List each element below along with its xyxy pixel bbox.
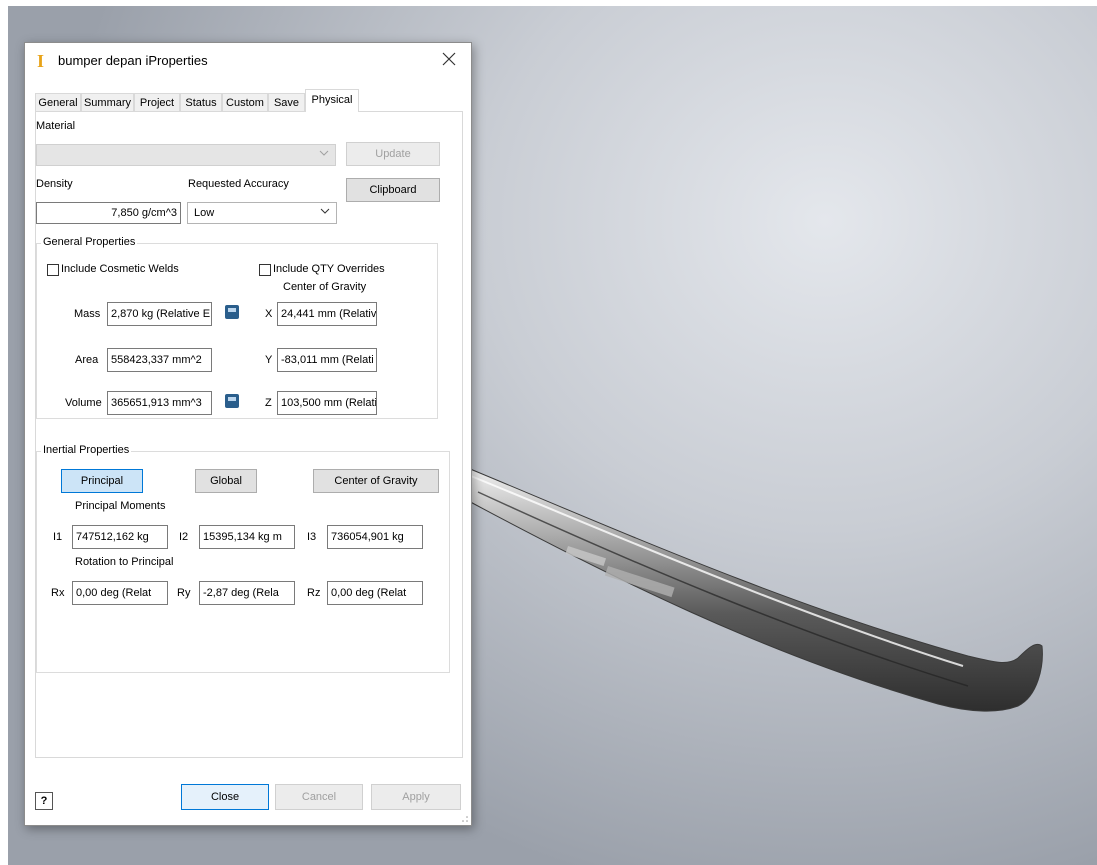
- tab-save[interactable]: Save: [268, 93, 305, 111]
- cog-x-field[interactable]: 24,441 mm (Relativ: [277, 302, 377, 326]
- i1-label: I1: [53, 531, 63, 543]
- rz-field[interactable]: 0,00 deg (Relat: [327, 581, 423, 605]
- mass-label: Mass: [74, 308, 101, 320]
- chevron-down-icon: [320, 208, 330, 214]
- mass-field[interactable]: 2,870 kg (Relative E: [107, 302, 212, 326]
- area-label: Area: [75, 354, 99, 366]
- ry-field[interactable]: -2,87 deg (Rela: [199, 581, 295, 605]
- apply-button[interactable]: Apply: [371, 784, 461, 810]
- chevron-down-icon: [319, 150, 329, 156]
- iproperties-dialog: I bumper depan iProperties General Summa…: [24, 42, 472, 826]
- include-cosmetic-welds-checkbox[interactable]: [47, 264, 59, 276]
- cog-y-field[interactable]: -83,011 mm (Relati: [277, 348, 377, 372]
- principal-moments-label: Principal Moments: [75, 500, 166, 512]
- i1-field[interactable]: 747512,162 kg: [72, 525, 168, 549]
- x-label: X: [265, 308, 273, 320]
- tab-status[interactable]: Status: [180, 93, 222, 111]
- area-field[interactable]: 558423,337 mm^2: [107, 348, 212, 372]
- inertial-properties-title: Inertial Properties: [41, 444, 132, 456]
- y-label: Y: [265, 354, 273, 366]
- tab-general[interactable]: General: [35, 93, 81, 111]
- rotation-to-principal-label: Rotation to Principal: [75, 556, 174, 568]
- general-properties-title: General Properties: [41, 236, 138, 248]
- volume-label: Volume: [65, 397, 102, 409]
- tab-physical[interactable]: Physical: [305, 89, 359, 112]
- material-dropdown[interactable]: [36, 144, 336, 166]
- close-button[interactable]: Close: [181, 784, 269, 810]
- resize-grip-icon[interactable]: [461, 815, 469, 823]
- tab-summary[interactable]: Summary: [81, 93, 134, 111]
- density-label: Density: [36, 178, 73, 190]
- ry-label: Ry: [177, 587, 191, 599]
- inventor-app-icon: I: [37, 51, 45, 71]
- material-label: Material: [36, 120, 76, 132]
- i2-label: I2: [179, 531, 189, 543]
- principal-button[interactable]: Principal: [61, 469, 143, 493]
- z-label: Z: [265, 397, 272, 409]
- window-title: bumper depan iProperties: [58, 53, 208, 68]
- accuracy-value: Low: [194, 207, 215, 219]
- rz-label: Rz: [307, 587, 321, 599]
- calculator-icon[interactable]: [225, 305, 239, 319]
- include-qty-overrides-checkbox[interactable]: [259, 264, 271, 276]
- clipboard-button[interactable]: Clipboard: [346, 178, 440, 202]
- accuracy-dropdown[interactable]: Low: [187, 202, 337, 224]
- close-icon[interactable]: [437, 47, 461, 71]
- include-qty-overrides-label: Include QTY Overrides: [273, 263, 385, 275]
- inertial-properties-group: Inertial Properties Principal Global Cen…: [36, 444, 450, 673]
- i3-label: I3: [307, 531, 317, 543]
- volume-field[interactable]: 365651,913 mm^3: [107, 391, 212, 415]
- rx-field[interactable]: 0,00 deg (Relat: [72, 581, 168, 605]
- calculator-icon[interactable]: [225, 394, 239, 408]
- include-cosmetic-welds-label: Include Cosmetic Welds: [61, 263, 179, 275]
- rx-label: Rx: [51, 587, 65, 599]
- title-bar[interactable]: I bumper depan iProperties: [25, 43, 471, 79]
- cancel-button[interactable]: Cancel: [275, 784, 363, 810]
- center-of-gravity-button[interactable]: Center of Gravity: [313, 469, 439, 493]
- density-field[interactable]: 7,850 g/cm^3: [36, 202, 181, 224]
- physical-tab-panel: Material Update Density Requested Accura…: [35, 111, 463, 758]
- requested-accuracy-label: Requested Accuracy: [188, 178, 289, 190]
- center-of-gravity-label: Center of Gravity: [283, 281, 367, 293]
- general-properties-group: General Properties Include Cosmetic Weld…: [36, 236, 438, 419]
- i3-field[interactable]: 736054,901 kg: [327, 525, 423, 549]
- tab-project[interactable]: Project: [134, 93, 180, 111]
- cog-z-field[interactable]: 103,500 mm (Relati: [277, 391, 377, 415]
- global-button[interactable]: Global: [195, 469, 257, 493]
- i2-field[interactable]: 15395,134 kg m: [199, 525, 295, 549]
- tab-custom[interactable]: Custom: [222, 93, 268, 111]
- update-button[interactable]: Update: [346, 142, 440, 166]
- help-button[interactable]: ?: [35, 792, 53, 810]
